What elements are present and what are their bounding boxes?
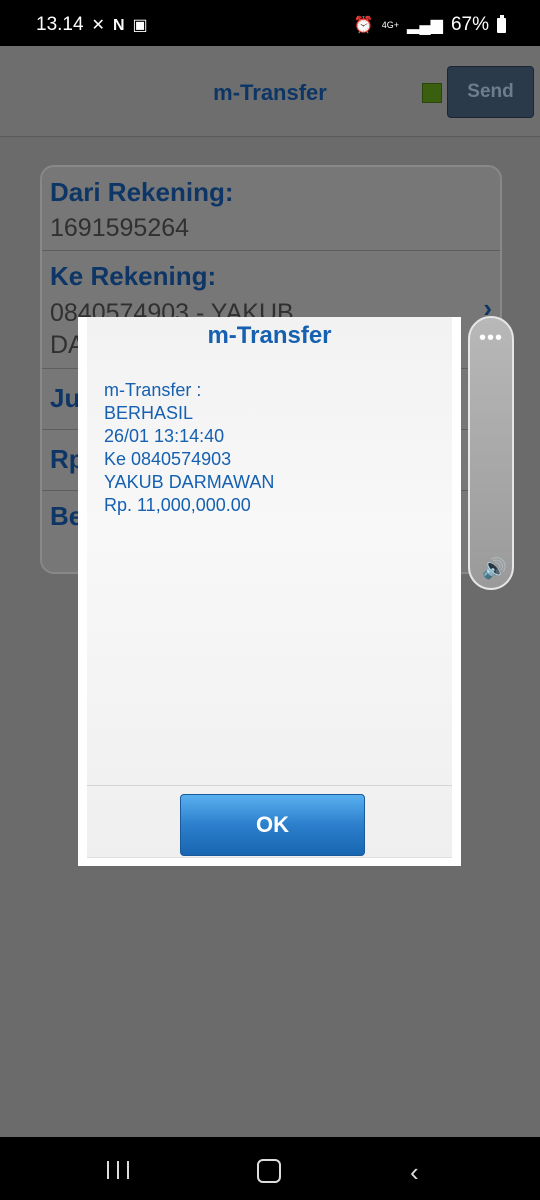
from-account-row[interactable]: Dari Rekening: 1691595264 [42,167,500,251]
network-type: 4G+ [381,20,400,30]
message-line: m-Transfer : [104,380,202,400]
back-icon[interactable]: ‹ [410,1157,419,1188]
message-line: YAKUB DARMAWAN [104,472,275,492]
dialog-message: m-Transfer : BERHASIL 26/01 13:14:40 Ke … [104,379,274,517]
message-icon: ▣ [132,16,148,34]
status-indicator [422,83,442,103]
message-line: 26/01 13:14:40 [104,426,225,446]
message-line: BERHASIL [104,403,194,423]
from-account-value: 1691595264 [50,214,190,242]
dialog-body: m-Transfer m-Transfer : BERHASIL 26/01 1… [87,317,452,858]
missed-call-icon: ✕ [91,16,105,34]
result-dialog: m-Transfer m-Transfer : BERHASIL 26/01 1… [78,317,461,866]
send-button[interactable]: Send [447,66,534,118]
status-bar: 13.14 ✕ N ▣ ⏰ 4G+ ▂▄▆ 67% [0,0,540,46]
to-account-label: Ke Rekening: [50,261,217,291]
recents-icon[interactable] [107,1161,129,1179]
alarm-icon: ⏰ [353,16,374,34]
speaker-icon[interactable]: 🔊 [482,556,507,581]
form-row-3-label: Ju [50,383,81,413]
message-line: Rp. 11,000,000.00 [104,495,251,515]
nfc-icon: N [112,16,125,34]
message-line: Ke 0840574903 [104,449,232,469]
battery-percent: 67% [450,14,489,35]
navigation-bar: ‹ [0,1137,540,1200]
dialog-title: m-Transfer [207,322,332,349]
volume-panel[interactable]: ••• 🔊 [468,316,514,590]
signal-icon: ▂▄▆ [407,16,443,34]
more-options-icon[interactable]: ••• [470,328,512,348]
from-account-label: Dari Rekening: [50,177,234,207]
home-icon[interactable] [257,1159,281,1183]
app-header: m-Transfer Send [0,46,540,137]
ok-button[interactable]: OK [180,794,365,856]
battery-icon [497,14,506,33]
dialog-divider [87,785,452,786]
status-time: 13.14 [36,14,84,35]
